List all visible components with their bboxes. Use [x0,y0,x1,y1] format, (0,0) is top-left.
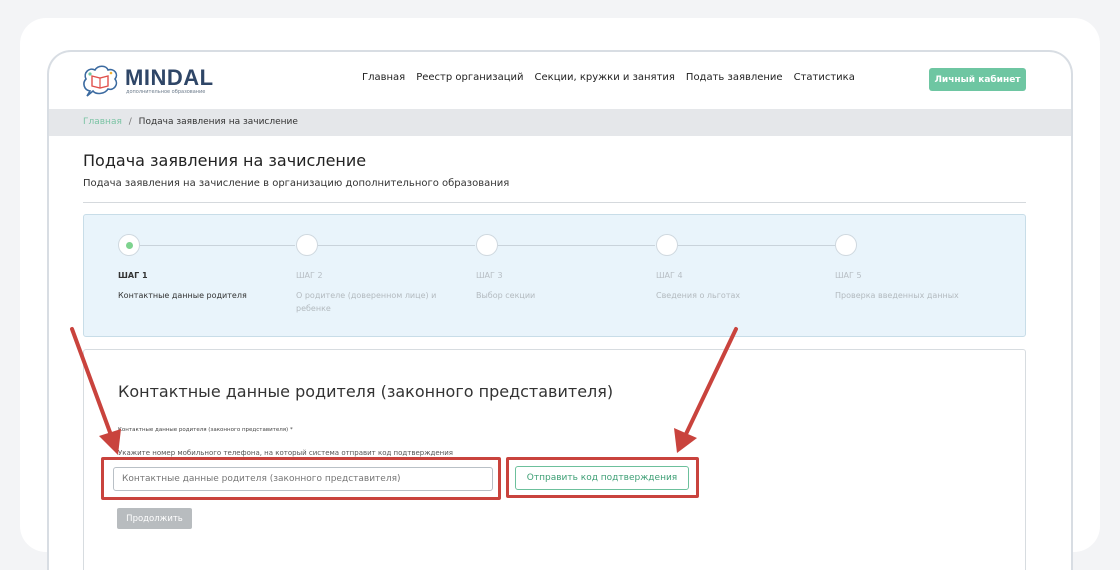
annotation-arrow-right [674,327,738,453]
browser-frame: MINDAL дополнительное образование Главна… [47,50,1073,570]
annotation-arrows [70,327,738,455]
annotation-arrow-left [70,327,121,455]
